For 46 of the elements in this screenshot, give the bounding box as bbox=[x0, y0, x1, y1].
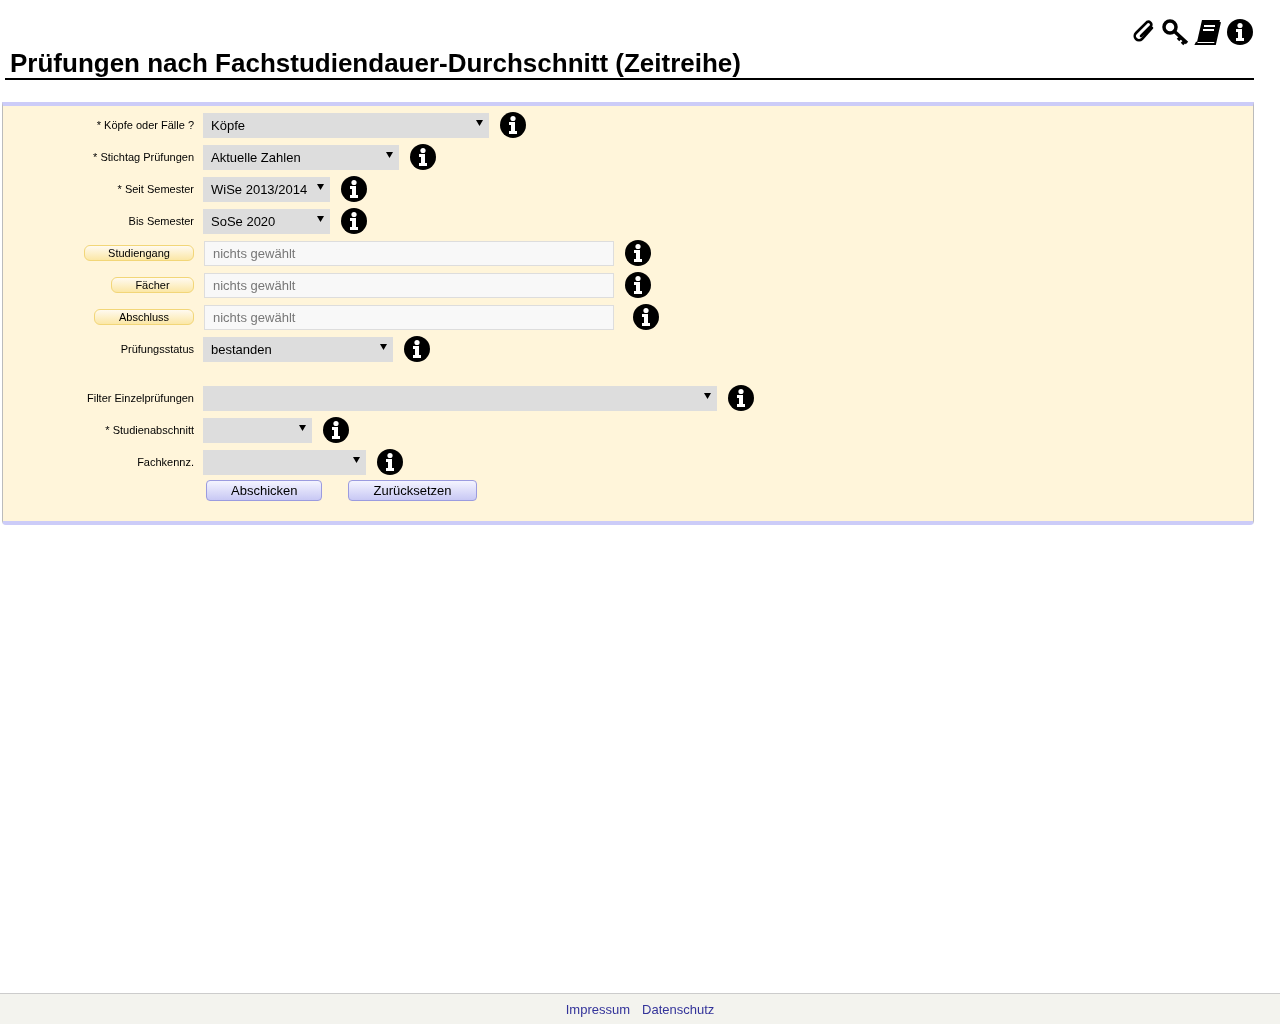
key-icon[interactable] bbox=[1162, 18, 1190, 46]
input-field[interactable]: nichts gewählt bbox=[204, 240, 614, 266]
caret-icon bbox=[317, 213, 324, 224]
caret-icon bbox=[476, 117, 483, 128]
caret-icon bbox=[386, 149, 393, 160]
form-button[interactable]: Zurücksetzen bbox=[348, 480, 477, 501]
field-label: Prüfungsstatus bbox=[120, 343, 194, 355]
picker-button[interactable]: Abschluss bbox=[94, 309, 194, 325]
info-icon[interactable] bbox=[403, 335, 431, 363]
info-icon[interactable] bbox=[624, 271, 652, 299]
field-label: Bis Semester bbox=[128, 215, 194, 227]
footer-link[interactable]: Impressum bbox=[565, 1002, 630, 1017]
info-icon[interactable] bbox=[409, 143, 437, 171]
info-icon[interactable] bbox=[322, 416, 350, 444]
field-label: Filter Einzelprüfungen bbox=[87, 392, 194, 404]
info-icon[interactable] bbox=[499, 111, 527, 139]
form-button[interactable]: Abschicken bbox=[206, 480, 323, 501]
dropdown[interactable]: bestanden bbox=[203, 336, 393, 362]
input-field[interactable]: nichts gewählt bbox=[204, 272, 614, 298]
field-label: * Seit Semester bbox=[117, 183, 194, 195]
dropdown[interactable]: Köpfe bbox=[203, 112, 489, 138]
field-label: * Stichtag Prüfungen bbox=[93, 151, 194, 163]
dropdown[interactable]: WiSe 2013/2014 bbox=[203, 176, 330, 202]
info-icon[interactable] bbox=[1226, 18, 1254, 46]
picker-button[interactable]: Studiengang bbox=[84, 245, 194, 261]
caret-icon bbox=[380, 341, 387, 352]
caret-icon bbox=[704, 390, 711, 401]
info-icon[interactable] bbox=[624, 239, 652, 267]
book-icon[interactable] bbox=[1194, 18, 1222, 46]
page-title: Prüfungen nach Fachstudiendauer-Durchschnitt (Zeitreihe) bbox=[5, 48, 1254, 80]
info-icon[interactable] bbox=[727, 384, 755, 412]
field-label: Fachkennz. bbox=[137, 456, 194, 468]
picker-button[interactable]: Fächer bbox=[111, 277, 194, 293]
field-label: * Köpfe oder Fälle ? bbox=[96, 119, 194, 131]
dropdown[interactable]: Aktuelle Zahlen bbox=[203, 144, 399, 170]
caret-icon bbox=[317, 181, 324, 192]
dropdown[interactable]: SoSe 2020 bbox=[203, 208, 330, 234]
caret-icon bbox=[299, 422, 306, 433]
input-field[interactable]: nichts gewählt bbox=[204, 304, 614, 330]
footer-link[interactable]: Datenschutz bbox=[642, 1002, 715, 1017]
field-label: * Studienabschnitt bbox=[105, 424, 194, 436]
info-icon[interactable] bbox=[340, 175, 368, 203]
caret-icon bbox=[353, 454, 360, 465]
info-icon[interactable] bbox=[340, 207, 368, 235]
info-icon[interactable] bbox=[632, 303, 660, 331]
info-icon[interactable] bbox=[376, 448, 404, 476]
